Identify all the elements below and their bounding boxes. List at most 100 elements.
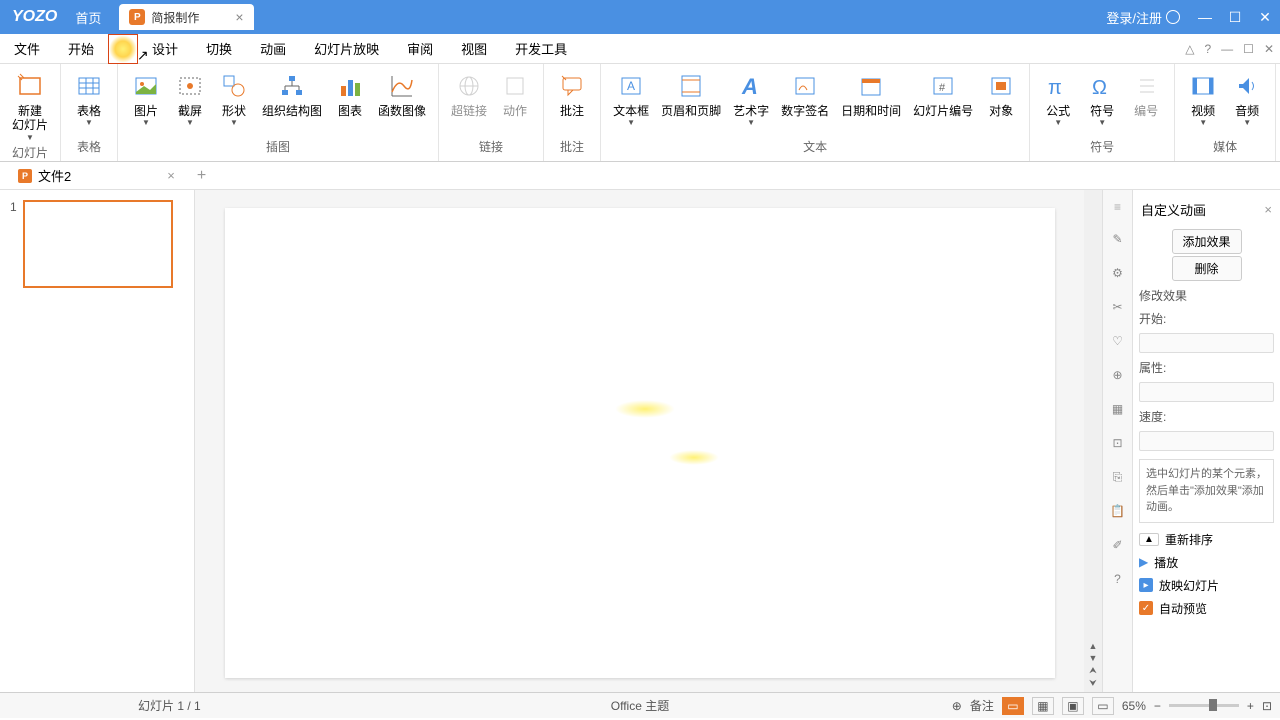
autopreview-label: 自动预览 [1159,600,1207,617]
delete-button[interactable]: 删除 [1172,256,1242,281]
symbol-button[interactable]: Ω符号▼ [1080,68,1124,129]
file-tabs-bar: P 文件2 × + [0,162,1280,190]
normal-view-button[interactable]: ▭ [1002,697,1024,715]
close-window-button[interactable]: ✕ [1250,0,1280,34]
maximize-button[interactable]: ☐ [1220,0,1250,34]
chevron-down-icon: ▼ [747,118,755,127]
date-time-button[interactable]: 日期和时间 [835,68,907,120]
vertical-scrollbar[interactable]: ▲ ▼ ⮝ ⮟ [1084,190,1102,692]
feedback-icon[interactable]: ? [1204,42,1211,56]
org-chart-button[interactable]: 组织结构图 [256,68,328,120]
slideshow-label[interactable]: 放映幻灯片 [1159,577,1219,594]
numbering-icon [1130,70,1162,102]
heart-icon[interactable]: ♡ [1109,332,1127,350]
notes-icon[interactable]: ⊕ [952,699,962,713]
button-label: 文本框 [613,104,649,118]
menu-item-6[interactable]: 幻灯片放映 [300,34,393,64]
login-button[interactable]: 登录/注册 [1106,8,1190,27]
edit-icon[interactable]: ✐ [1109,536,1127,554]
help-icon[interactable]: △ [1185,42,1194,56]
header-footer-button[interactable]: 页眉和页脚 [655,68,727,120]
close-tab-icon[interactable]: × [235,9,243,25]
notes-label[interactable]: 备注 [970,697,994,714]
document-tab[interactable]: P 简报制作 × [119,4,253,30]
file-tab[interactable]: P 文件2 × [8,162,185,189]
autopreview-checkbox[interactable]: ✓ [1139,601,1153,615]
button-label: 音频 [1235,104,1259,118]
text-box-button[interactable]: A文本框▼ [607,68,655,129]
equation-button[interactable]: π公式▼ [1036,68,1080,129]
function-graph-button[interactable]: 函数图像 [372,68,432,120]
close-panel-icon[interactable]: × [1264,202,1272,217]
flow-icon[interactable]: ⚙ [1109,264,1127,282]
chart-button[interactable]: 图表 [328,68,372,120]
button-label: 超链接 [451,104,487,118]
video-button[interactable]: 视频▼ [1181,68,1225,129]
scissors-icon[interactable]: ✂ [1109,298,1127,316]
new-slide-button[interactable]: 新建 幻灯片▼ [6,68,54,144]
zoom-in-button[interactable]: + [1247,699,1254,713]
ribbon-options-icon[interactable]: ☐ [1243,42,1254,56]
grid-icon[interactable]: ▦ [1109,400,1127,418]
copy-icon[interactable]: ⎘ [1109,468,1127,486]
menu-item-1[interactable]: 开始 [54,34,108,64]
slide-thumbnail[interactable] [23,200,173,288]
menu-item-0[interactable]: 文件 [0,34,54,64]
menu-item-8[interactable]: 视图 [447,34,501,64]
minimize-button[interactable]: — [1190,0,1220,34]
signature-icon [789,70,821,102]
collapse-icon[interactable]: ≡ [1114,200,1121,214]
zoom-out-button[interactable]: − [1154,699,1161,713]
text-box-icon: A [615,70,647,102]
sorter-view-button[interactable]: ▦ [1032,697,1054,715]
play-label[interactable]: 播放 [1154,554,1178,571]
prev-slide-icon[interactable]: ⮝ [1088,664,1098,677]
menu-item-4[interactable]: 切换 [192,34,246,64]
slide-canvas[interactable] [225,208,1055,678]
collapse-ribbon-icon[interactable]: — [1221,42,1233,56]
zoom-slider[interactable] [1169,704,1239,707]
menu-item-3[interactable]: 设计 [138,34,192,64]
screenshot-button[interactable]: 截屏▼ [168,68,212,129]
move-up-button[interactable]: ▲ [1139,533,1159,546]
menu-item-2[interactable]: ↖ [108,34,138,64]
scroll-down-icon[interactable]: ▼ [1088,652,1099,664]
close-file-icon[interactable]: × [167,168,175,183]
next-slide-icon[interactable]: ⮟ [1088,677,1098,690]
picture-button[interactable]: 图片▼ [124,68,168,129]
table-button[interactable]: 表格▼ [67,68,111,129]
property-dropdown[interactable] [1139,382,1274,402]
shapes-button[interactable]: 形状▼ [212,68,256,129]
comment-button[interactable]: 批注 [550,68,594,120]
audio-button[interactable]: 音频▼ [1225,68,1269,129]
home-link[interactable]: 首页 [65,8,111,27]
close-pane-icon[interactable]: ✕ [1264,42,1274,56]
help-icon[interactable]: ? [1109,570,1127,588]
word-art-button[interactable]: A艺术字▼ [727,68,775,129]
signature-button[interactable]: 数字签名 [775,68,835,120]
object-button[interactable]: 对象 [979,68,1023,120]
button-label: 函数图像 [378,104,426,118]
org-chart-icon [276,70,308,102]
slide-number-button[interactable]: #幻灯片编号 [907,68,979,120]
menu-item-9[interactable]: 开发工具 [501,34,581,64]
play-icon[interactable]: ▶ [1139,555,1148,569]
reading-view-button[interactable]: ▣ [1062,697,1084,715]
fit-button[interactable]: ⊡ [1262,699,1272,713]
menu-item-5[interactable]: 动画 [246,34,300,64]
add-effect-button[interactable]: 添加效果 [1172,229,1242,254]
speed-dropdown[interactable] [1139,431,1274,451]
start-dropdown[interactable] [1139,333,1274,353]
slideshow-checkbox[interactable]: ▸ [1139,578,1153,592]
clipboard-icon[interactable]: 📋 [1109,502,1127,520]
slideshow-view-button[interactable]: ▭ [1092,697,1114,715]
zoom-level[interactable]: 65% [1122,699,1146,713]
plus-icon[interactable]: ⊕ [1109,366,1127,384]
menu-item-7[interactable]: 审阅 [393,34,447,64]
action-button: 动作 [493,68,537,120]
search-icon[interactable]: ⊡ [1109,434,1127,452]
button-label: 表格 [77,104,101,118]
pen-icon[interactable]: ✎ [1109,230,1127,248]
scroll-up-icon[interactable]: ▲ [1088,640,1099,652]
add-file-tab[interactable]: + [189,167,214,185]
